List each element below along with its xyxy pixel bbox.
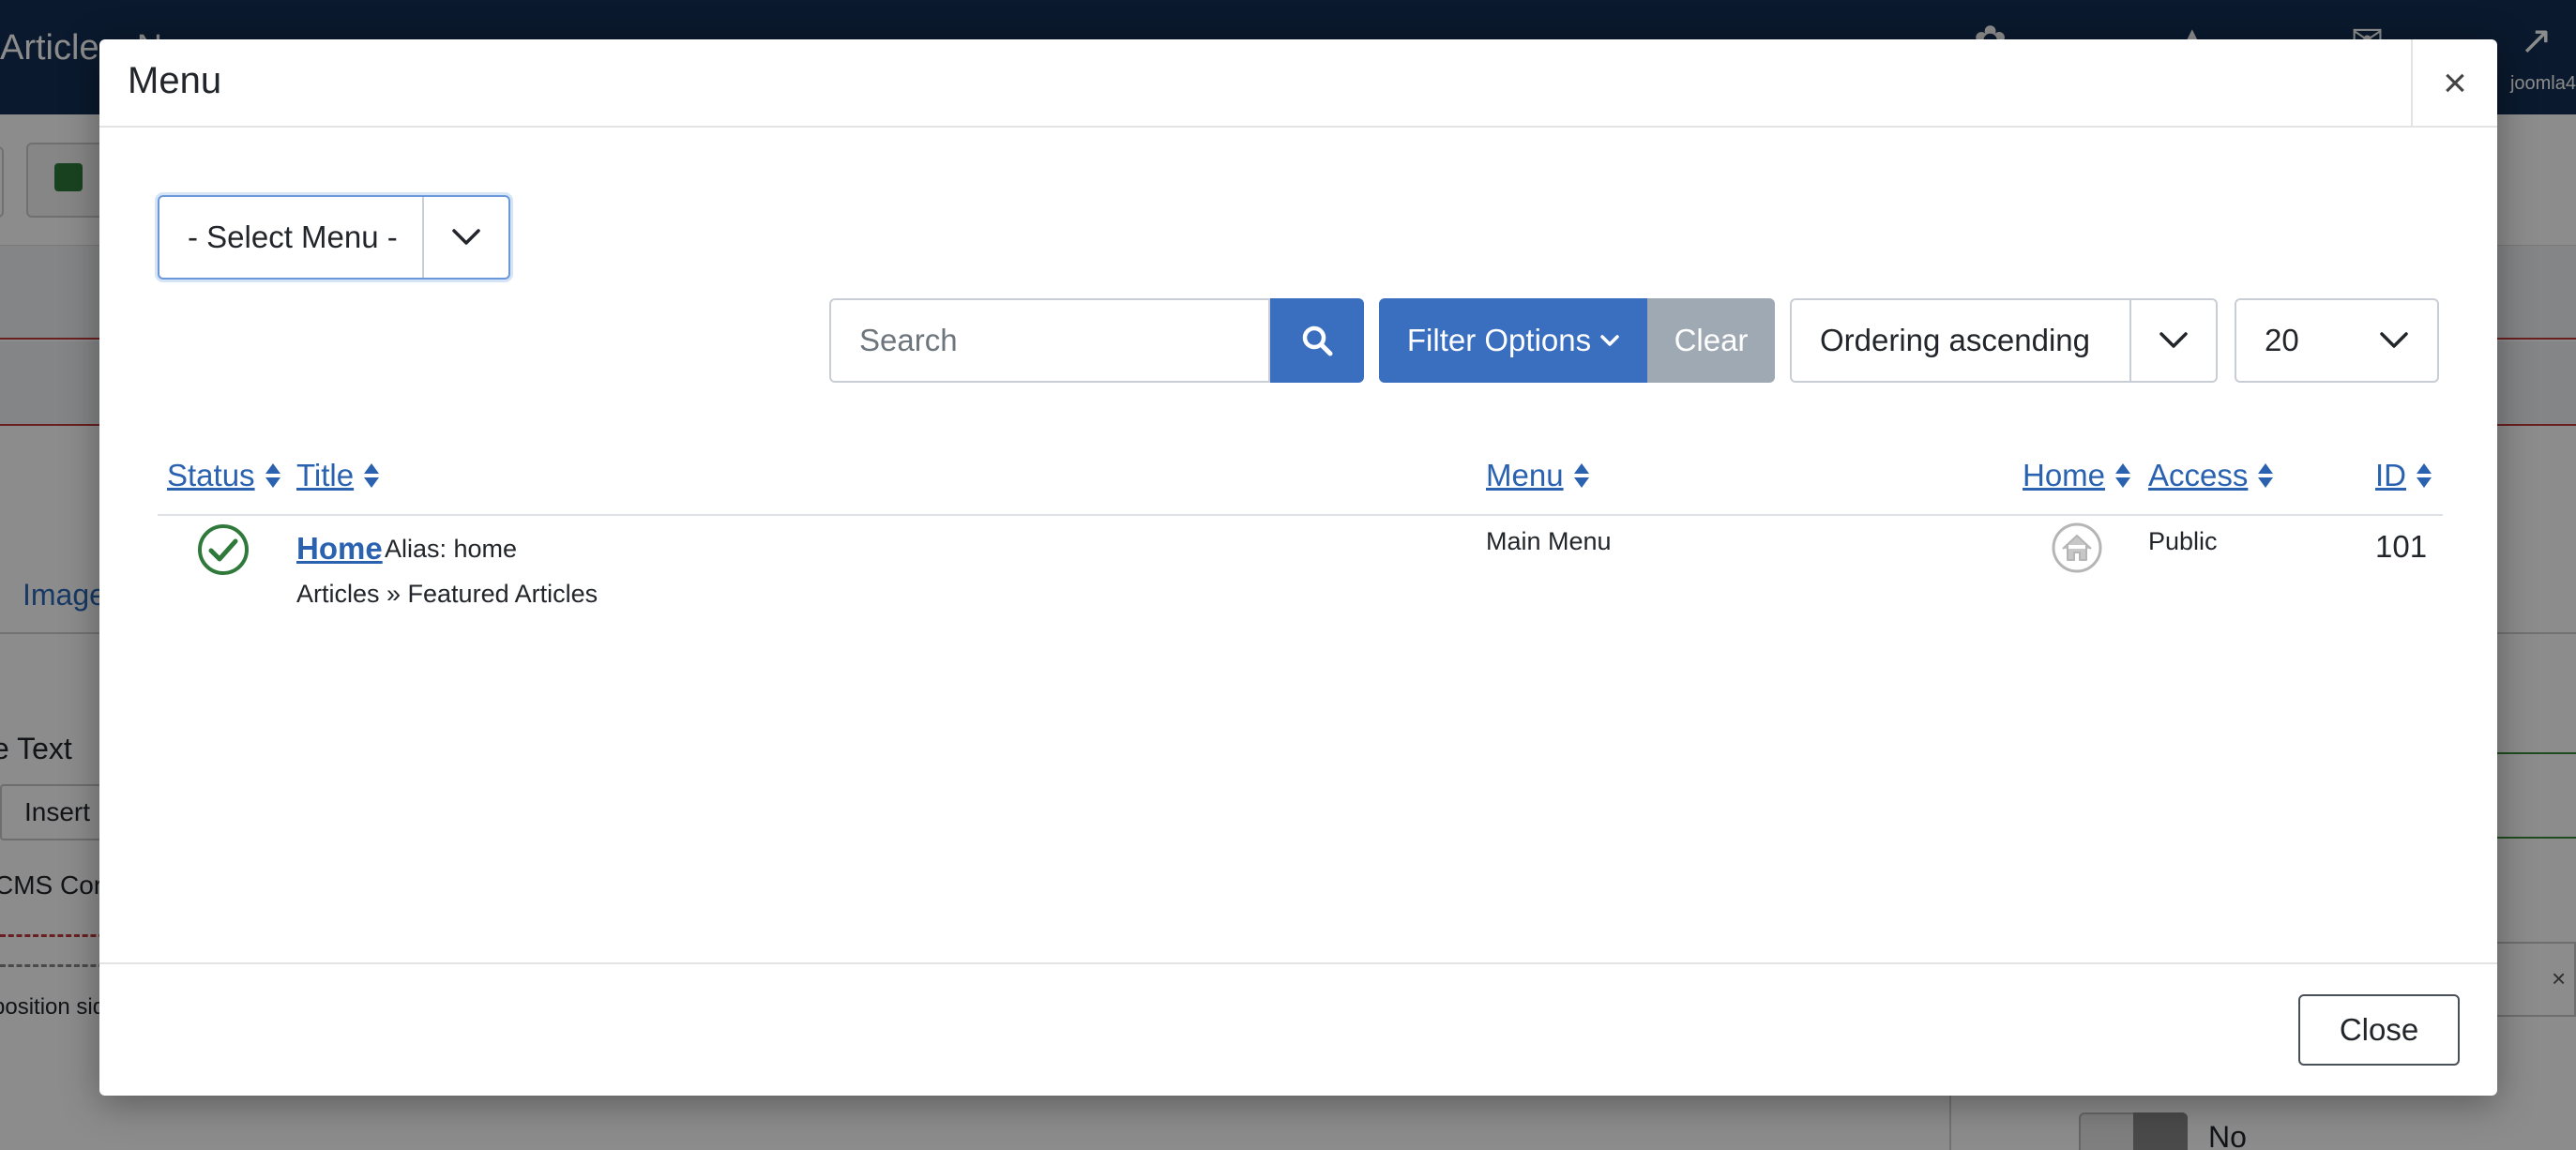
column-header-label: Access	[2148, 458, 2249, 492]
list-limit-value: 20	[2265, 323, 2299, 357]
column-header-label: Home	[2023, 458, 2106, 492]
close-button[interactable]: Close	[2298, 994, 2460, 1066]
sort-icon	[2115, 463, 2131, 488]
column-header-label: Menu	[1486, 458, 1564, 492]
chevron-down-icon	[2351, 300, 2437, 381]
published-check-icon[interactable]	[197, 523, 250, 576]
close-icon[interactable]: ×	[2411, 39, 2497, 128]
column-header-label: ID	[2375, 458, 2406, 492]
column-header-title[interactable]: Title	[296, 458, 380, 493]
modal-header: Menu ×	[99, 39, 2497, 128]
clear-button[interactable]: Clear	[1647, 298, 1775, 383]
column-header-label: Status	[167, 458, 255, 492]
sort-icon	[364, 463, 380, 488]
ordering-select-value: Ordering ascending	[1820, 323, 2091, 357]
menu-item-title-link[interactable]: Home	[296, 531, 383, 567]
filter-options-button[interactable]: Filter Options	[1379, 298, 1647, 383]
menu-item-path: Articles » Featured Articles	[296, 580, 599, 608]
menu-item-access: Public	[2148, 527, 2218, 555]
column-header-label: Title	[296, 458, 355, 492]
menu-item-id: 101	[2375, 529, 2428, 564]
modal-footer	[99, 962, 2497, 1096]
sort-icon	[1573, 463, 1589, 488]
list-limit-select[interactable]: 20	[2235, 298, 2439, 383]
column-header-id[interactable]: ID	[2375, 458, 2432, 493]
ordering-select[interactable]: Ordering ascending	[1790, 298, 2218, 383]
column-header-home[interactable]: Home	[2023, 458, 2131, 493]
menu-item-alias: Alias: home	[385, 535, 518, 563]
menu-item-menu: Main Menu	[1486, 527, 1612, 555]
chevron-down-icon	[2129, 300, 2216, 381]
column-header-menu[interactable]: Menu	[1486, 458, 1590, 493]
menu-modal: Menu × - Select Menu - Filter Options Cl…	[99, 39, 2497, 1096]
chevron-down-icon	[422, 197, 508, 278]
sort-icon	[265, 463, 280, 488]
sort-icon	[2417, 463, 2432, 488]
table-header-divider	[158, 514, 2443, 516]
search-input[interactable]	[829, 298, 1270, 383]
modal-title: Menu	[128, 60, 222, 101]
column-header-access[interactable]: Access	[2148, 458, 2274, 493]
chevron-down-icon	[1600, 335, 1619, 346]
home-icon	[2052, 522, 2102, 573]
column-header-status[interactable]: Status	[167, 458, 281, 493]
search-button[interactable]	[1270, 298, 1364, 383]
menu-select[interactable]: - Select Menu -	[158, 195, 510, 280]
sort-icon	[2258, 463, 2274, 488]
menu-select-value: - Select Menu -	[188, 219, 398, 254]
filter-options-label: Filter Options	[1406, 323, 1592, 357]
search-icon	[1302, 325, 1333, 356]
